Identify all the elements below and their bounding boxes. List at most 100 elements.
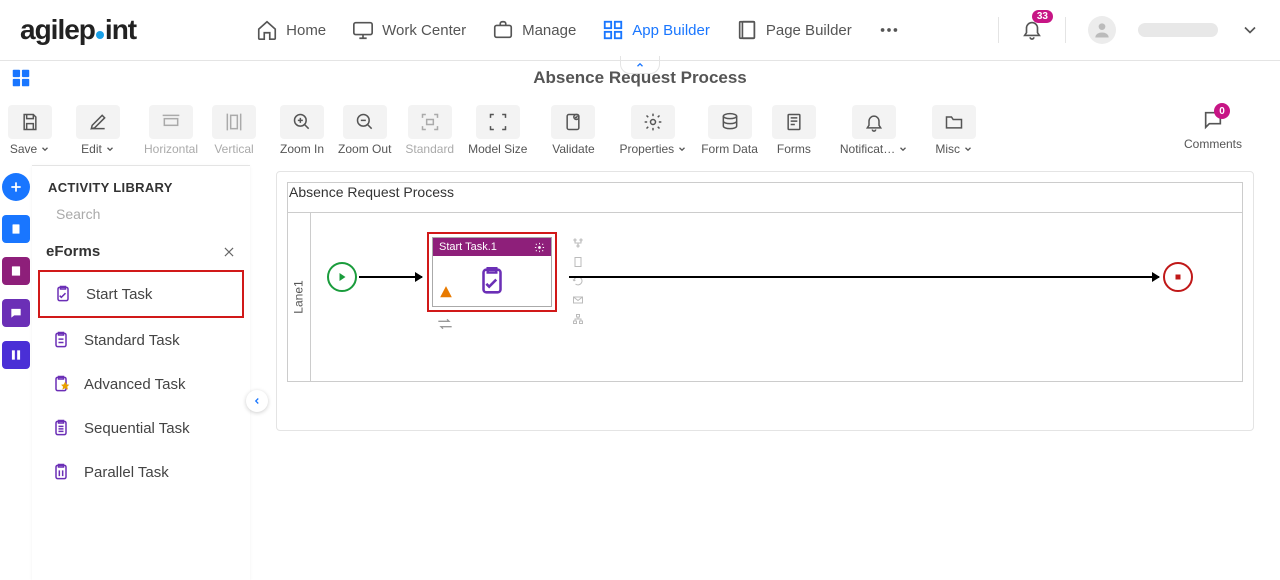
avatar[interactable] xyxy=(1088,16,1116,44)
connector[interactable] xyxy=(569,276,1159,278)
clipboard-icon xyxy=(51,330,71,350)
align-horizontal-icon xyxy=(161,112,181,132)
chevron-down-icon xyxy=(963,144,973,154)
sidebar-category[interactable]: eForms xyxy=(32,233,250,270)
rail-columns[interactable] xyxy=(2,341,30,369)
sidebar-header: ACTIVITY LIBRARY xyxy=(32,166,250,205)
chevron-down-icon[interactable] xyxy=(1240,20,1260,40)
nav-manage[interactable]: Manage xyxy=(492,19,576,41)
workspace: ACTIVITY LIBRARY eForms Start Task Stand… xyxy=(0,165,1280,580)
lib-start-task[interactable]: Start Task xyxy=(38,270,244,318)
stop-icon xyxy=(1173,272,1183,282)
lib-standard-task[interactable]: Standard Task xyxy=(38,318,244,362)
plus-icon xyxy=(9,180,23,194)
tool-comments[interactable]: 0 Comments xyxy=(1184,109,1242,151)
process-canvas[interactable]: Absence Request Process Lane1 Start Task… xyxy=(276,171,1254,431)
tree-icon[interactable] xyxy=(571,312,585,326)
ellipsis-icon xyxy=(878,19,900,41)
mail-icon[interactable] xyxy=(571,293,585,307)
start-node[interactable] xyxy=(327,262,357,292)
tool-edit[interactable]: Edit xyxy=(76,105,120,156)
tool-horizontal-label: Horizontal xyxy=(144,142,198,156)
database-icon xyxy=(720,112,740,132)
title-row: Absence Request Process xyxy=(0,60,1280,95)
lib-item-label: Standard Task xyxy=(84,332,180,349)
tool-save[interactable]: Save xyxy=(8,105,52,156)
nav-items: Home Work Center Manage App Builder Page… xyxy=(256,19,900,41)
tool-formdata[interactable]: Form Data xyxy=(701,105,758,156)
nav-manage-label: Manage xyxy=(522,22,576,39)
columns-icon xyxy=(9,348,23,362)
chevron-left-icon xyxy=(252,396,262,406)
tool-vertical[interactable]: Vertical xyxy=(212,105,256,156)
tool-horizontal[interactable]: Horizontal xyxy=(144,105,198,156)
edit-icon xyxy=(88,112,108,132)
rail-task[interactable] xyxy=(2,257,30,285)
task-start-task-1[interactable]: Start Task.1 xyxy=(427,232,557,312)
tool-zoomin[interactable]: Zoom In xyxy=(280,105,324,156)
lib-item-label: Start Task xyxy=(86,286,152,303)
canvas[interactable]: Absence Request Process Lane1 Start Task… xyxy=(250,165,1280,580)
apps-icon xyxy=(602,19,624,41)
nav-workcenter[interactable]: Work Center xyxy=(352,19,466,41)
lib-parallel-task[interactable]: Parallel Task xyxy=(38,450,244,494)
end-node[interactable] xyxy=(1163,262,1193,292)
tool-misc[interactable]: Misc xyxy=(932,105,976,156)
branch-icon[interactable] xyxy=(571,236,585,250)
separator xyxy=(1065,17,1066,43)
message-icon xyxy=(9,306,23,320)
model-size-icon xyxy=(488,112,508,132)
sidebar-collapse[interactable] xyxy=(246,390,268,412)
clipboard-list-icon xyxy=(51,418,71,438)
gear-icon[interactable] xyxy=(534,242,545,253)
tool-zoomout-label: Zoom Out xyxy=(338,142,391,156)
doc-icon[interactable] xyxy=(571,255,585,269)
clipboard-parallel-icon xyxy=(51,462,71,482)
logo-dot-icon xyxy=(96,31,104,39)
align-vertical-icon xyxy=(224,112,244,132)
logo[interactable]: agilepint xyxy=(20,14,136,46)
logo-text-b: int xyxy=(105,14,136,46)
tool-vertical-label: Vertical xyxy=(214,142,253,156)
toolbar: Save Edit Horizontal Vertical Zoom In Zo… xyxy=(0,95,1280,165)
tool-save-label: Save xyxy=(10,142,37,156)
monitor-icon xyxy=(352,19,374,41)
lib-item-label: Advanced Task xyxy=(84,376,185,393)
tool-zoomout[interactable]: Zoom Out xyxy=(338,105,391,156)
tool-misc-label: Misc xyxy=(935,142,960,156)
nav-home-label: Home xyxy=(286,22,326,39)
nav-workcenter-label: Work Center xyxy=(382,22,466,39)
tool-validate[interactable]: Validate xyxy=(551,105,595,156)
tool-modelsize[interactable]: Model Size xyxy=(468,105,527,156)
gear-icon xyxy=(643,112,663,132)
activity-library: ACTIVITY LIBRARY eForms Start Task Stand… xyxy=(32,165,250,580)
user-icon xyxy=(1092,20,1112,40)
tool-comments-label: Comments xyxy=(1184,137,1242,151)
username xyxy=(1138,23,1218,37)
nav-more[interactable] xyxy=(878,19,900,41)
nav-pagebuilder-label: Page Builder xyxy=(766,22,852,39)
separator xyxy=(998,17,999,43)
tool-standard-label: Standard xyxy=(405,142,454,156)
lib-advanced-task[interactable]: Advanced Task xyxy=(38,362,244,406)
tool-validate-label: Validate xyxy=(552,142,594,156)
lib-item-label: Parallel Task xyxy=(84,464,169,481)
rail-add[interactable] xyxy=(2,173,30,201)
apps-grid-icon[interactable] xyxy=(10,67,32,89)
sidebar-search[interactable] xyxy=(32,205,250,233)
canvas-title: Absence Request Process xyxy=(289,180,464,204)
rail-clipboard[interactable] xyxy=(2,215,30,243)
tool-notifications[interactable]: Notificat… xyxy=(840,105,908,156)
tool-properties[interactable]: Properties xyxy=(619,105,687,156)
tool-forms[interactable]: Forms xyxy=(772,105,816,156)
connector[interactable] xyxy=(359,276,422,278)
rail-message[interactable] xyxy=(2,299,30,327)
search-input[interactable] xyxy=(54,205,239,223)
notifications-bell[interactable]: 33 xyxy=(1021,18,1043,43)
nav-pagebuilder[interactable]: Page Builder xyxy=(736,19,852,41)
nav-home[interactable]: Home xyxy=(256,19,326,41)
tool-standard[interactable]: Standard xyxy=(405,105,454,156)
close-icon[interactable] xyxy=(222,245,236,259)
nav-appbuilder[interactable]: App Builder xyxy=(602,19,710,41)
lib-sequential-task[interactable]: Sequential Task xyxy=(38,406,244,450)
